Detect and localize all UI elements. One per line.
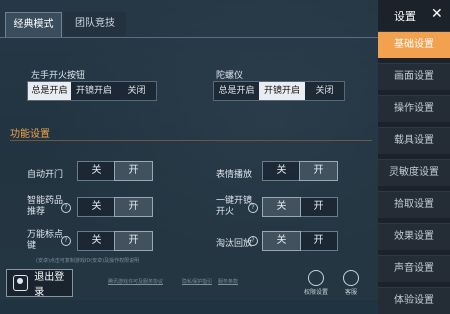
universal-marker-off[interactable]: 关 (78, 232, 115, 250)
gyro-option-always[interactable]: 总是开启 (214, 82, 259, 100)
gyro-option-off[interactable]: 关闭 (305, 82, 344, 100)
section-title-function: 功能设置 (10, 129, 50, 140)
help-icon[interactable]: ? (61, 203, 71, 213)
logout-label: 退出登录 (34, 272, 65, 298)
emote-play-toggle[interactable]: 关 开 (262, 161, 338, 181)
universal-marker-toggle[interactable]: 关 开 (77, 231, 153, 251)
sidebar-item-pickup[interactable]: 拾取设置 (378, 191, 450, 218)
smart-meds-off[interactable]: 关 (78, 198, 115, 216)
settings-sidebar: 设置 ✕ 基础设置 画面设置 操作设置 载具设置 灵敏度设置 拾取设置 效果设置… (378, 0, 450, 314)
help-icon[interactable]: ? (248, 236, 258, 246)
customer-service-icon (343, 270, 359, 286)
tab-team-deathmatch[interactable]: 团队竞技 (64, 12, 126, 36)
sidebar-item-vehicle[interactable]: 载具设置 (378, 127, 450, 154)
terms-link[interactable]: 服务条款 (218, 278, 238, 285)
settings-panel: 经典模式 团队竞技 左手开火按钮 总是开启 开镜开启 关闭 陀螺仪 总是开启 开… (0, 0, 378, 300)
privacy-settings-label: 权限设置 (303, 289, 328, 296)
elimination-replay-on[interactable]: 开 (300, 232, 337, 250)
left-fire-option-scope[interactable]: 开镜开启 (71, 82, 117, 100)
license-link[interactable]: 腾讯游戏许可及服务协议 (108, 278, 163, 285)
auto-door-off[interactable]: 关 (78, 162, 115, 180)
tab-classic[interactable]: 经典模式 (5, 12, 62, 38)
one-tap-scope-fire-on[interactable]: 开 (300, 198, 337, 216)
left-fire-option-always[interactable]: 总是开启 (28, 82, 71, 100)
sidebar-header: 设置 ✕ (378, 0, 450, 30)
gyroscope-segmented: 总是开启 开镜开启 关闭 (213, 81, 345, 101)
sidebar-item-experience[interactable]: 体验设置 (378, 287, 450, 314)
left-fire-option-off[interactable]: 关闭 (117, 82, 156, 100)
smart-meds-on[interactable]: 开 (114, 197, 153, 217)
elimination-replay-off[interactable]: 关 (262, 231, 301, 251)
logout-button[interactable]: 退出登录 (6, 269, 73, 298)
close-icon[interactable]: ✕ (431, 6, 443, 22)
one-tap-scope-fire-off[interactable]: 关 (262, 197, 301, 217)
privacy-settings-button[interactable]: 权限设置 (303, 270, 329, 296)
elimination-replay-label: 淘汰回放 (216, 239, 253, 249)
universal-marker-label: 万能标点键 (27, 230, 64, 251)
elimination-replay-toggle[interactable]: 关 开 (262, 231, 338, 251)
sidebar-title: 设置 (394, 10, 416, 23)
left-fire-segmented: 总是开启 开镜开启 关闭 (27, 81, 157, 101)
auto-door-label: 自动开门 (27, 170, 64, 180)
privacy-settings-icon (308, 270, 324, 286)
universal-marker-on[interactable]: 开 (114, 231, 153, 251)
customer-service-button[interactable]: 客服 (338, 270, 364, 296)
auto-door-toggle[interactable]: 关 开 (77, 161, 153, 181)
emote-play-off[interactable]: 关 (263, 162, 300, 180)
emote-play-on[interactable]: 开 (299, 161, 338, 181)
privacy-link[interactable]: 隐私保护指引 (182, 278, 212, 285)
gyro-option-scope[interactable]: 开镜开启 (259, 82, 305, 100)
emote-play-label: 表情播放 (216, 170, 253, 180)
smart-meds-label: 智能药品推荐 (27, 196, 64, 217)
user-icon (13, 275, 29, 291)
sidebar-item-sensitivity[interactable]: 灵敏度设置 (378, 159, 450, 186)
section-divider (10, 140, 372, 141)
smart-meds-toggle[interactable]: 关 开 (77, 197, 153, 217)
tab-divider (0, 37, 378, 38)
one-tap-scope-fire-toggle[interactable]: 关 开 (262, 197, 338, 217)
help-icon[interactable]: ? (61, 236, 71, 246)
gyroscope-label: 陀螺仪 (216, 71, 244, 81)
sidebar-item-controls[interactable]: 操作设置 (378, 95, 450, 122)
sidebar-item-effects[interactable]: 效果设置 (378, 223, 450, 250)
sidebar-item-basic[interactable]: 基础设置 (378, 31, 450, 58)
footer-note: (安卓)点击可复制游戏ID(安卓)及操作权限说明 (36, 258, 140, 264)
sidebar-item-graphics[interactable]: 画面设置 (378, 63, 450, 90)
left-fire-label: 左手开火按钮 (31, 71, 86, 81)
help-icon[interactable]: ? (248, 203, 258, 213)
sidebar-item-sound[interactable]: 声音设置 (378, 255, 450, 282)
customer-service-label: 客服 (344, 289, 357, 296)
auto-door-on[interactable]: 开 (114, 161, 153, 181)
